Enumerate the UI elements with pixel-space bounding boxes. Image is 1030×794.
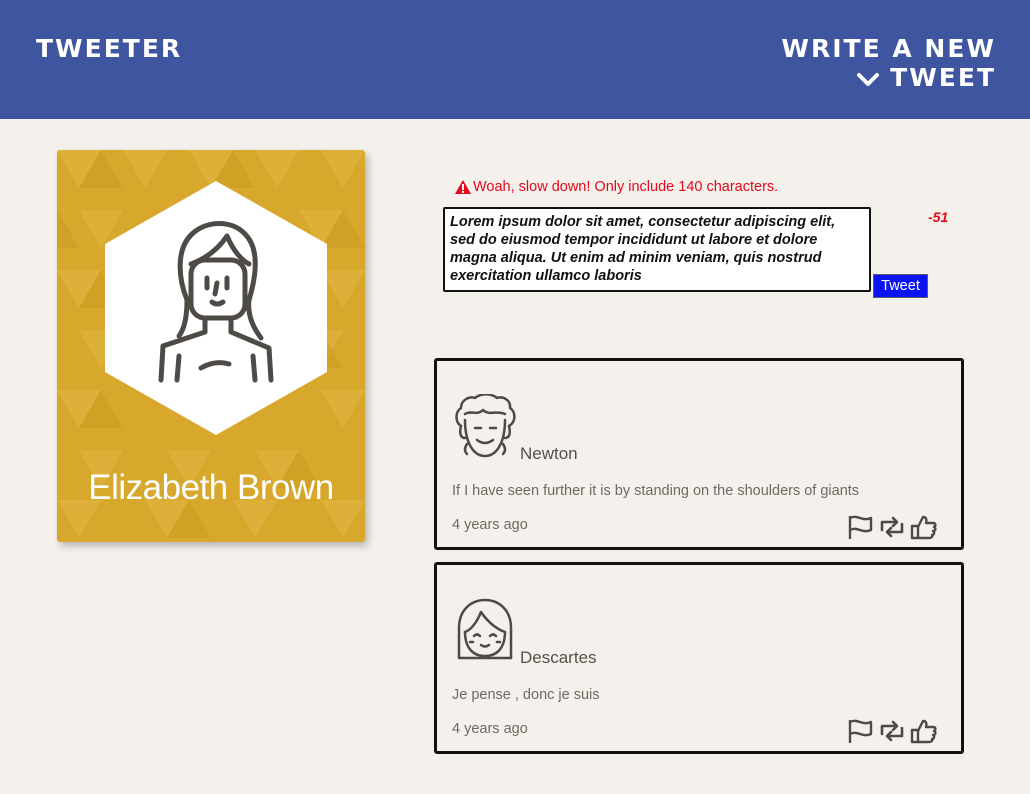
tweet-timestamp: 4 years ago	[452, 517, 528, 533]
char-limit-error-text: Woah, slow down! Only include 140 charac…	[473, 179, 779, 195]
tweet-content: Je pense , donc je suis	[452, 687, 600, 703]
char-counter: -51	[928, 209, 949, 225]
chevron-down-icon[interactable]	[856, 72, 880, 88]
tweet-author[interactable]: Descartes	[520, 648, 597, 668]
tweet-actions	[846, 718, 942, 744]
brand-logo[interactable]: Tweeter	[36, 34, 182, 63]
tweet-card: Newton If I have seen further it is by s…	[434, 358, 964, 550]
compose-toggle-button[interactable]: Write a new tweet	[736, 34, 996, 92]
profile-card: Elizabeth Brown	[57, 150, 365, 542]
tweet-input[interactable]: Lorem ipsum dolor sit amet, consectetur …	[443, 207, 871, 292]
top-navbar: Tweeter Write a new tweet	[0, 0, 1030, 119]
retweet-icon[interactable]	[878, 718, 906, 744]
tweet-actions	[846, 514, 942, 540]
profile-name: Elizabeth Brown	[88, 468, 334, 507]
flag-icon[interactable]	[846, 514, 874, 540]
tweet-author[interactable]: Newton	[520, 444, 578, 464]
like-icon[interactable]	[910, 718, 938, 744]
warning-icon	[455, 180, 471, 194]
like-icon[interactable]	[910, 514, 938, 540]
curly-hair-avatar-icon	[455, 394, 516, 458]
flag-icon[interactable]	[846, 718, 874, 744]
tweet-content: If I have seen further it is by standing…	[452, 483, 860, 499]
tweet-card: Descartes Je pense , donc je suis 4 year…	[434, 562, 964, 754]
profile-avatar-icon	[158, 221, 274, 383]
retweet-icon[interactable]	[878, 514, 906, 540]
tweet-timestamp: 4 years ago	[452, 721, 528, 737]
tweet-submit-button[interactable]: Tweet	[873, 274, 928, 298]
char-limit-error: Woah, slow down! Only include 140 charac…	[454, 179, 778, 195]
bob-hair-avatar-icon	[457, 598, 513, 660]
